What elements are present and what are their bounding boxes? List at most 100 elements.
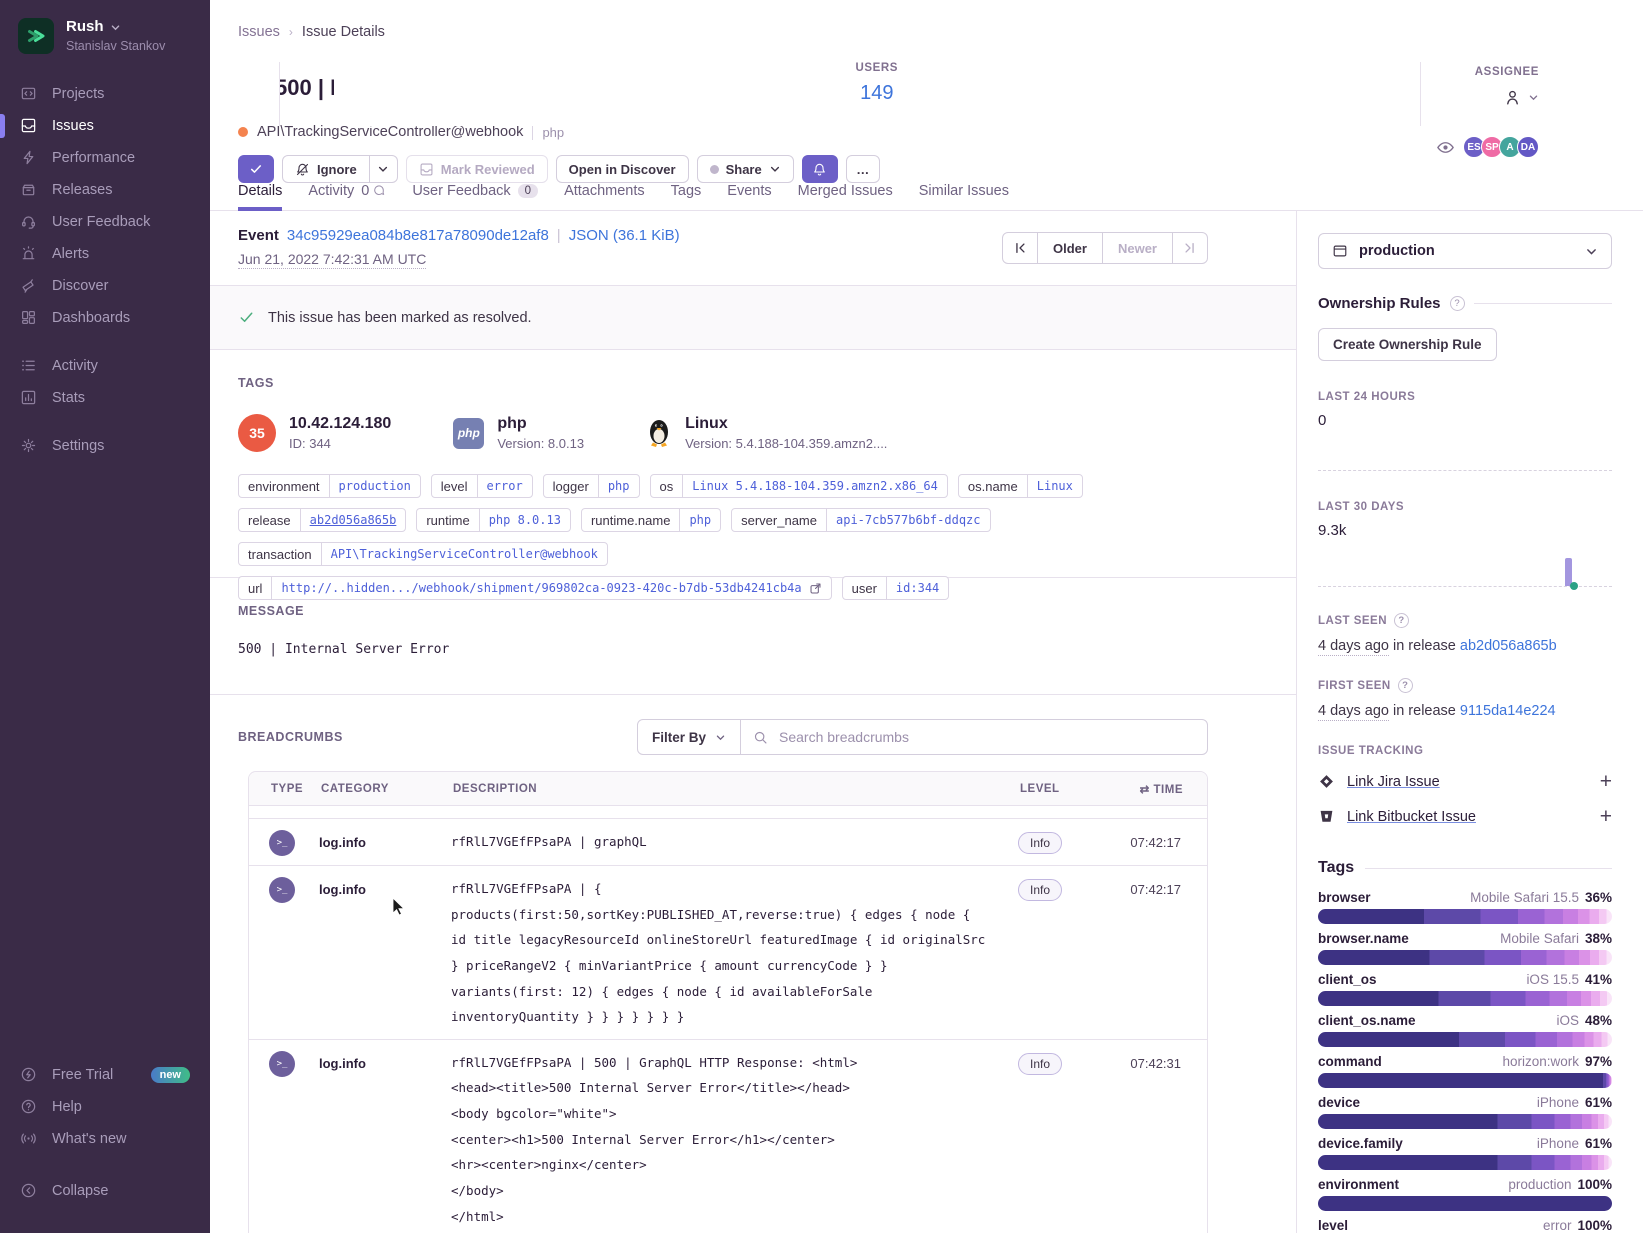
- sidebar-item-projects[interactable]: Projects: [0, 78, 210, 110]
- share-button[interactable]: Share: [697, 155, 794, 183]
- tag-top-value: iOS 15.541%: [1526, 972, 1612, 987]
- tag-value[interactable]: production: [329, 475, 420, 497]
- tag-distribution-environment[interactable]: environmentproduction100%: [1318, 1177, 1612, 1211]
- sidebar-item-what-s-new[interactable]: What's new: [0, 1123, 210, 1155]
- sidebar-item-stats[interactable]: Stats: [0, 382, 210, 414]
- chevron-down-icon: [715, 732, 726, 743]
- org-switcher[interactable]: Rush Stanislav Stankov: [0, 0, 210, 68]
- window-icon: [1332, 243, 1348, 259]
- tag-distribution-device[interactable]: deviceiPhone61%: [1318, 1095, 1612, 1129]
- first-seen-release-link[interactable]: 9115da14e224: [1460, 703, 1556, 719]
- tag-value[interactable]: Linux 5.4.188-104.359.amzn2.x86_64: [682, 475, 947, 497]
- help-question-icon[interactable]: ?: [1394, 613, 1409, 628]
- tags-section: TAGS 35 10.42.124.180 ID: 344 php php V: [210, 350, 1296, 578]
- tag-value[interactable]: api-7cb577b6bf-ddqzc: [826, 509, 990, 531]
- avatar[interactable]: DA: [1517, 136, 1539, 158]
- tag-distribution-client-os-name[interactable]: client_os.nameiOS48%: [1318, 1013, 1612, 1047]
- breadcrumb-issues[interactable]: Issues: [238, 24, 280, 40]
- sidebar-item-free-trial[interactable]: Free Trialnew: [0, 1059, 210, 1091]
- tag-distribution-command[interactable]: commandhorizon:work97%: [1318, 1054, 1612, 1088]
- tag-distribution-bar: [1318, 909, 1612, 924]
- ignore-dropdown-button[interactable]: [370, 155, 398, 183]
- eye-icon[interactable]: [1436, 138, 1455, 157]
- tag-distribution-bar: [1318, 1196, 1612, 1211]
- tag-distribution-device-family[interactable]: device.familyiPhone61%: [1318, 1136, 1612, 1170]
- sidebar-nav: ProjectsIssuesPerformanceReleasesUser Fe…: [0, 68, 210, 462]
- tag-value[interactable]: Linux: [1027, 475, 1082, 497]
- ip-address[interactable]: 10.42.124.180: [289, 415, 391, 433]
- open-in-discover-button[interactable]: Open in Discover: [556, 155, 689, 183]
- first-seen-label: FIRST SEEN: [1318, 680, 1391, 692]
- sidebar-item-alerts[interactable]: Alerts: [0, 238, 210, 270]
- last-30-days-chart: [1318, 539, 1612, 587]
- sidebar-item-performance[interactable]: Performance: [0, 142, 210, 174]
- tag-name: device: [1318, 1095, 1360, 1110]
- share-label: Share: [726, 162, 762, 177]
- ignore-button[interactable]: Ignore: [282, 155, 370, 183]
- newest-event-button[interactable]: [1172, 233, 1207, 263]
- tab-tags[interactable]: Tags: [671, 183, 702, 211]
- issue-details-panel: Event 34c95929ea084b8e817a78090de12af8 |…: [210, 211, 1297, 1233]
- link-jira-issue[interactable]: Link Jira Issue: [1347, 774, 1440, 790]
- add-jira-link-button[interactable]: +: [1600, 771, 1612, 792]
- tab-attachments[interactable]: Attachments: [564, 183, 645, 211]
- tag-value[interactable]: php: [679, 509, 720, 531]
- stats-icon: [20, 389, 38, 407]
- filter-by-button[interactable]: Filter By: [638, 720, 741, 754]
- tag-value[interactable]: php: [598, 475, 639, 497]
- resolve-button[interactable]: [238, 155, 274, 183]
- sidebar-collapse[interactable]: Collapse: [0, 1175, 210, 1207]
- tag-key: os: [651, 475, 683, 497]
- event-id-link[interactable]: 34c95929ea084b8e817a78090de12af8: [287, 227, 549, 244]
- help-question-icon[interactable]: ?: [1398, 678, 1413, 693]
- tab-details[interactable]: Details: [238, 183, 282, 211]
- tag-value[interactable]: API\TrackingServiceController@webhook: [321, 543, 607, 565]
- tabs: Details Activity0 User Feedback0 Attachment…: [238, 183, 1009, 211]
- sidebar-item-help[interactable]: Help: [0, 1091, 210, 1123]
- assignee-dropdown[interactable]: [1475, 88, 1539, 107]
- mark-reviewed-button[interactable]: Mark Reviewed: [406, 155, 548, 183]
- tag-distribution-browser[interactable]: browserMobile Safari 15.536%: [1318, 890, 1612, 924]
- sidebar-item-releases[interactable]: Releases: [0, 174, 210, 206]
- subscribe-bell-button[interactable]: [802, 155, 838, 183]
- more-actions-button[interactable]: …: [846, 155, 880, 183]
- add-bitbucket-link-button[interactable]: +: [1600, 806, 1612, 827]
- sort-arrows-icon: ⇄: [1140, 784, 1154, 796]
- create-ownership-rule-button[interactable]: Create Ownership Rule: [1318, 328, 1497, 361]
- sidebar-item-issues[interactable]: Issues: [0, 110, 210, 142]
- sidebar-item-dashboards[interactable]: Dashboards: [0, 302, 210, 334]
- column-time-sort[interactable]: ⇄ TIME: [1100, 782, 1207, 796]
- users-count[interactable]: 149: [334, 82, 1420, 105]
- tag-key: transaction: [239, 543, 321, 565]
- tag-value[interactable]: ab2d056a865b: [300, 509, 406, 531]
- sidebar-item-settings[interactable]: Settings: [0, 430, 210, 462]
- sidebar-item-discover[interactable]: Discover: [0, 270, 210, 302]
- tag-key: server_name: [732, 509, 826, 531]
- search-breadcrumbs-input[interactable]: [777, 728, 1195, 746]
- sidebar-item-activity[interactable]: Activity: [0, 350, 210, 382]
- tab-similar-issues[interactable]: Similar Issues: [919, 183, 1009, 211]
- runtime-name[interactable]: php: [497, 415, 584, 433]
- tab-activity[interactable]: Activity0: [308, 183, 386, 211]
- tag-pill-environment: environmentproduction: [238, 474, 421, 498]
- tab-user-feedback[interactable]: User Feedback0: [412, 183, 538, 211]
- tag-distribution-client-os[interactable]: client_osiOS 15.541%: [1318, 972, 1612, 1006]
- tag-top-value: iPhone61%: [1537, 1136, 1612, 1151]
- tag-distribution-level[interactable]: levelerror100%: [1318, 1218, 1612, 1233]
- os-name[interactable]: Linux: [685, 415, 887, 433]
- tag-distribution-browser-name[interactable]: browser.nameMobile Safari38%: [1318, 931, 1612, 965]
- oldest-event-button[interactable]: [1003, 233, 1037, 263]
- tag-value[interactable]: error: [477, 475, 532, 497]
- last-seen-release-link[interactable]: ab2d056a865b: [1460, 638, 1557, 654]
- newer-event-button[interactable]: Newer: [1102, 233, 1172, 263]
- tab-events[interactable]: Events: [727, 183, 771, 211]
- level-badge: Info: [1018, 879, 1062, 901]
- tab-merged-issues[interactable]: Merged Issues: [798, 183, 893, 211]
- event-json-link[interactable]: JSON (36.1 KiB): [569, 227, 680, 244]
- help-question-icon[interactable]: ?: [1450, 296, 1465, 311]
- tag-value[interactable]: php 8.0.13: [479, 509, 570, 531]
- sidebar-item-user-feedback[interactable]: User Feedback: [0, 206, 210, 238]
- link-bitbucket-issue[interactable]: Link Bitbucket Issue: [1347, 809, 1476, 825]
- older-event-button[interactable]: Older: [1037, 233, 1102, 263]
- environment-select[interactable]: production: [1318, 233, 1612, 269]
